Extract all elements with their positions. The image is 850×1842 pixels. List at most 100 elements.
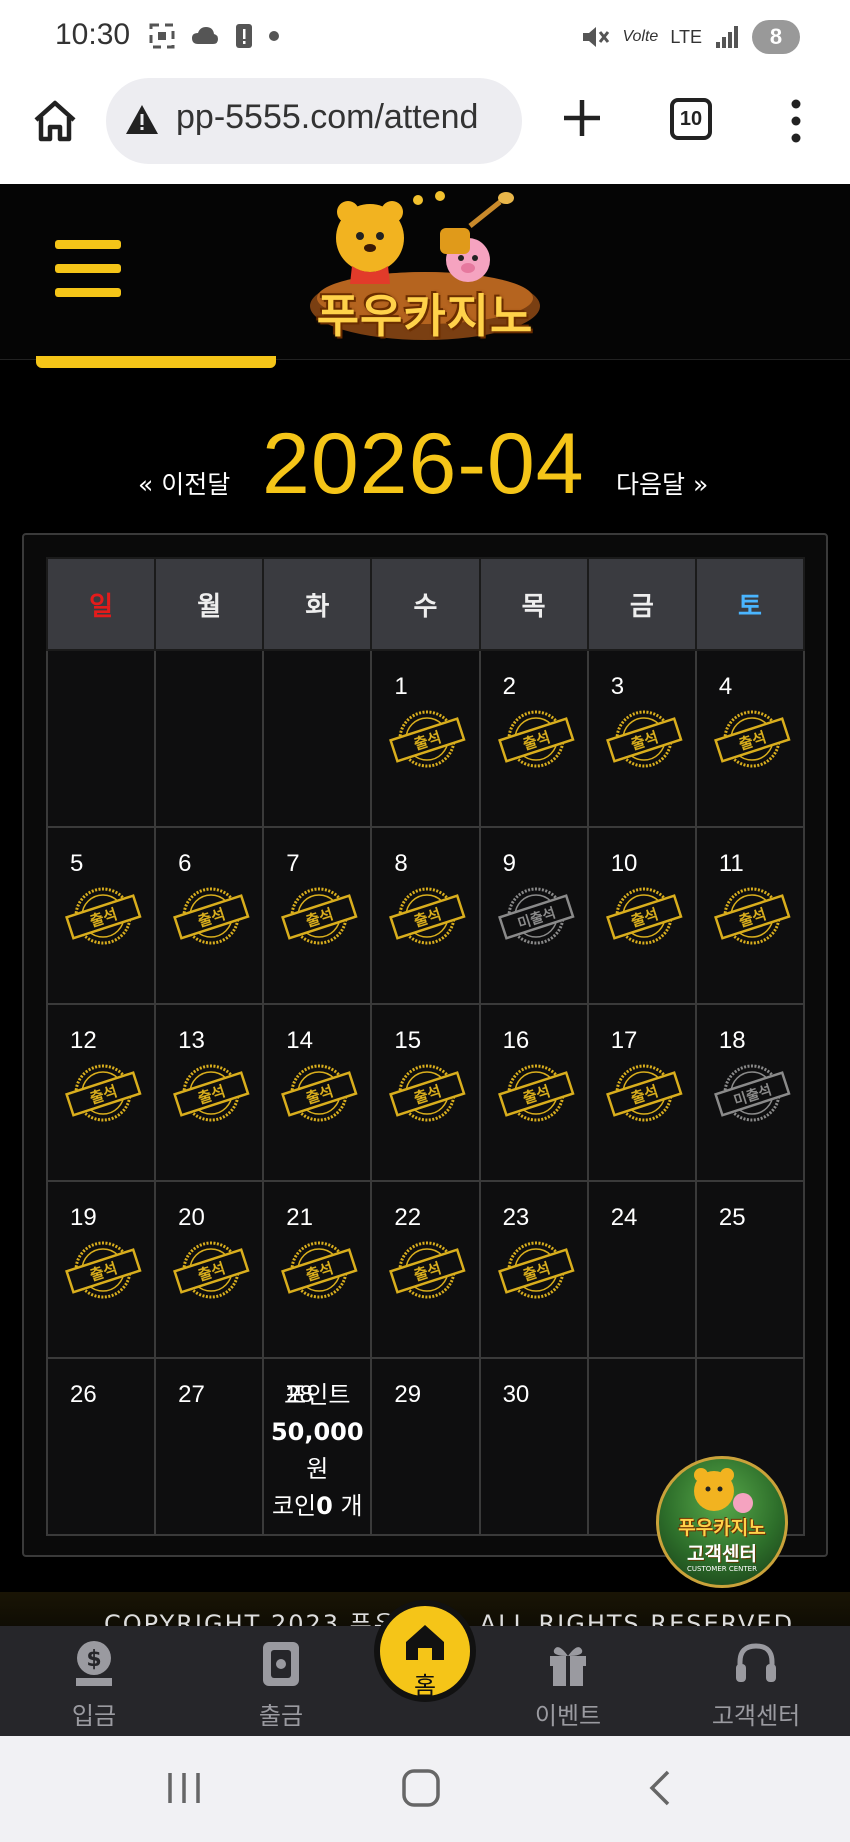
attended-stamp-icon: 출석 [713, 887, 791, 945]
attended-stamp-icon: 출석 [605, 1064, 683, 1122]
prev-month-link[interactable]: « 이전달 [138, 465, 230, 501]
url-text[interactable]: pp-5555.com/attend [176, 98, 516, 137]
url-bar[interactable]: pp-5555.com/attend [106, 78, 522, 164]
calendar-week-row: 1 출석 2 출석 3 출석 4 출석 [45, 649, 806, 828]
calendar-day-20: 20 출석 [154, 1180, 265, 1359]
calendar-day-15: 15 출석 [370, 1003, 481, 1182]
attended-stamp-icon: 출석 [389, 1241, 466, 1299]
cs-badge-caption: CUSTOMER CENTER [687, 1565, 757, 1573]
points-unit: 원 [306, 1455, 329, 1483]
attended-stamp-icon: 출석 [389, 710, 466, 768]
attended-stamp-icon: 출석 [173, 1241, 250, 1299]
day-number: 26 [70, 1381, 97, 1408]
nav-support[interactable]: 고객센터 [696, 1638, 816, 1730]
attended-stamp-icon: 출석 [605, 887, 683, 945]
day-number: 18 [718, 1027, 746, 1054]
weekday-monday: 월 [154, 557, 265, 651]
calendar-day-22: 22 출석 [370, 1180, 481, 1359]
month-navigation: « 이전달 2026-04 다음달 » [0, 405, 850, 512]
day-number: 23 [502, 1204, 530, 1231]
status-notification-icons [148, 22, 280, 50]
browser-home-icon[interactable] [30, 96, 80, 146]
tab-switcher-button[interactable]: 10 [670, 98, 712, 140]
calendar-day-23: 23 출석 [478, 1180, 589, 1359]
attended-stamp-icon: 출석 [281, 1241, 358, 1299]
day-number: 9 [502, 850, 516, 877]
android-home-icon[interactable] [400, 1767, 442, 1809]
weekday-header-row: 일 월 화 수 목 금 토 [45, 557, 806, 651]
day-number: 4 [718, 673, 733, 700]
calendar-table: 일 월 화 수 목 금 토 1 출석 2 출석 3 출석 4 출석 5 출석 6 출석 7 출석 8 출석 9 미… [45, 557, 806, 1536]
recent-apps-icon[interactable] [164, 1768, 204, 1808]
current-month-title: 2026-04 [262, 416, 585, 512]
battery-indicator: 8 [752, 20, 800, 54]
calendar-week-row: 19 출석 20 출석 21 출석 22 출석 23 출석 24 25 [45, 1180, 806, 1359]
weekday-sunday: 일 [45, 557, 157, 651]
nav-home[interactable]: 홈 [374, 1600, 476, 1702]
back-icon[interactable] [640, 1768, 680, 1808]
calendar-day-17: 17 출석 [586, 1003, 697, 1182]
dot-icon [269, 31, 279, 41]
calendar-empty-cell [262, 649, 373, 828]
logo-text: 푸우카지노 [316, 289, 534, 343]
headset-icon [736, 1643, 776, 1682]
points-amount: 50,000 [270, 1418, 364, 1446]
more-options-icon[interactable] [784, 96, 808, 146]
missed-stamp-icon: 미출석 [497, 887, 575, 945]
warning-icon[interactable] [124, 102, 160, 138]
calendar-day-16: 16 출석 [478, 1003, 589, 1182]
day-number: 1 [394, 673, 408, 700]
calendar-day-19: 19 출석 [45, 1180, 157, 1359]
new-tab-icon[interactable] [560, 96, 604, 140]
svg-text:$: $ [86, 1647, 101, 1672]
gift-icon [550, 1647, 586, 1686]
day-number: 15 [394, 1027, 422, 1054]
nav-event[interactable]: 이벤트 [508, 1638, 628, 1730]
day-number: 30 [502, 1381, 530, 1408]
calendar-day-1: 1 출석 [370, 649, 481, 828]
calendar-day-21: 21 출석 [262, 1180, 373, 1359]
nav-withdraw-label: 출금 [258, 1702, 304, 1730]
nav-withdraw[interactable]: 출금 [221, 1638, 341, 1730]
calendar-day-3: 3 출석 [586, 649, 697, 828]
hamburger-menu-icon[interactable] [55, 240, 121, 300]
day-number: 29 [394, 1381, 422, 1408]
today-points-info: 포인트 50,000 원 코인0 개 [264, 1377, 370, 1525]
home-icon [406, 1625, 444, 1660]
weekday-saturday: 토 [694, 557, 806, 651]
nav-home-label: 홈 [413, 1672, 437, 1700]
weekday-thursday: 목 [478, 557, 589, 651]
nav-deposit[interactable]: $ 입금 [34, 1638, 154, 1730]
mute-icon [583, 27, 610, 47]
missed-stamp-icon: 미출석 [713, 1064, 791, 1122]
day-number: 19 [70, 1204, 97, 1231]
day-number: 20 [178, 1204, 205, 1231]
attended-stamp-icon: 출석 [497, 710, 575, 768]
calendar-day-11: 11 출석 [694, 826, 806, 1005]
nav-deposit-label: 입금 [71, 1702, 117, 1730]
nav-event-label: 이벤트 [534, 1702, 602, 1730]
day-number: 27 [178, 1381, 205, 1408]
site-header: 푸우카지노 [0, 184, 850, 360]
attended-stamp-icon: 출석 [605, 710, 683, 768]
signal-icon [716, 26, 738, 48]
android-navigation-bar [0, 1736, 850, 1842]
coin-line: 코인0 개 [271, 1492, 363, 1520]
status-time: 10:30 [55, 18, 131, 51]
weekday-tuesday: 화 [262, 557, 373, 651]
volte-label: Volte [622, 28, 659, 45]
day-number: 3 [610, 673, 625, 700]
site-logo[interactable]: 푸우카지노 [300, 188, 550, 360]
status-bar: 10:30 Volte LTE 8 [0, 0, 850, 76]
day-number: 25 [718, 1204, 746, 1231]
customer-center-floating-button[interactable]: 푸우카지노 고객센터 CUSTOMER CENTER [656, 1456, 788, 1588]
next-month-link[interactable]: 다음달 » [616, 465, 708, 501]
calendar-day-7: 7 출석 [262, 826, 373, 1005]
alert-icon [236, 24, 252, 48]
calendar-day-9: 9 미출석 [478, 826, 589, 1005]
calendar-day-8: 8 출석 [370, 826, 481, 1005]
calendar-day-12: 12 출석 [45, 1003, 157, 1182]
calendar-day-6: 6 출석 [154, 826, 265, 1005]
calendar-day-25: 25 [694, 1180, 806, 1359]
calendar-day-30: 30 [478, 1357, 589, 1536]
